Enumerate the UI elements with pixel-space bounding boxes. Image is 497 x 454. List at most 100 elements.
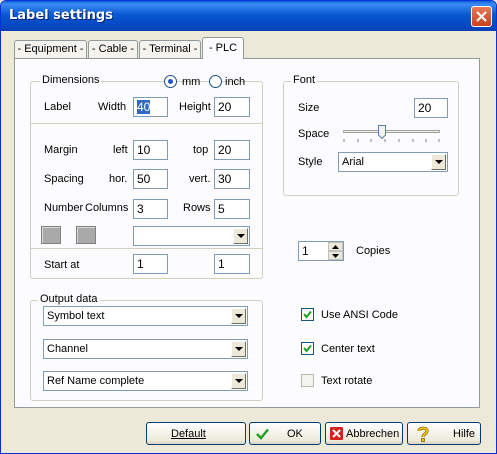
rows-value: 5 (218, 202, 225, 216)
font-size-caption: Size (298, 102, 320, 114)
output-select-1-value: Symbol text (47, 310, 105, 322)
tab-equipment[interactable]: - Equipment - (14, 40, 87, 58)
ok-button[interactable]: OK (249, 422, 321, 445)
title-bar[interactable]: Label settings (1, 1, 496, 31)
cancel-button-label: Abbrechen (346, 428, 400, 440)
unit-mm-radio[interactable] (164, 75, 177, 88)
text-rotate-label: Text rotate (321, 375, 373, 387)
width-input[interactable]: 40 (133, 97, 168, 117)
font-size-input[interactable]: 20 (414, 98, 448, 118)
height-caption: Height (179, 101, 211, 113)
output-select-3[interactable]: Ref Name complete (43, 371, 248, 391)
rows-input[interactable]: 5 (214, 199, 250, 219)
copies-up-button[interactable] (328, 242, 343, 251)
spacing-vert-input[interactable]: 30 (214, 169, 250, 189)
chevron-down-icon (332, 254, 339, 258)
columns-value: 3 (137, 202, 144, 216)
divider (31, 248, 262, 250)
height-value: 20 (218, 100, 232, 114)
output-select-3-arrow[interactable] (231, 373, 246, 389)
use-ansi-label: Use ANSI Code (321, 309, 399, 321)
width-value: 40 (137, 100, 151, 114)
chevron-down-icon (235, 347, 243, 351)
checkmark-icon (303, 344, 312, 353)
ok-button-label: OK (287, 428, 303, 440)
help-icon (417, 426, 429, 442)
cancel-button[interactable]: Abbrechen (325, 422, 403, 445)
output-group-label: Output data (38, 293, 100, 305)
tab-equipment-label: - Equipment - (17, 43, 84, 55)
divider (31, 123, 262, 125)
margin-top-value: 20 (218, 143, 232, 157)
color-swatch-1[interactable] (41, 226, 61, 244)
output-select-3-value: Ref Name complete (47, 375, 145, 387)
output-select-1[interactable]: Symbol text (43, 306, 248, 326)
window-title: Label settings (9, 8, 113, 23)
label-caption: Label (44, 101, 71, 113)
dialog-window: Label settings - Equipment - - Cable - -… (0, 0, 497, 454)
columns-caption: Columns (85, 202, 129, 214)
tab-terminal-label: - Terminal - (142, 43, 198, 55)
help-button-label: Hilfe (453, 428, 476, 440)
dimensions-combo[interactable] (133, 226, 250, 246)
tab-cable-label: - Cable - (91, 43, 135, 55)
margin-caption: Margin (44, 144, 78, 156)
tab-terminal[interactable]: - Terminal - (139, 40, 201, 58)
margin-top-input[interactable]: 20 (214, 140, 250, 160)
number-caption: Number (44, 202, 84, 214)
hor-caption: hor. (109, 173, 128, 185)
slider-ticks (343, 139, 440, 142)
dimensions-combo-arrow[interactable] (233, 228, 248, 244)
color-swatch-2[interactable] (76, 226, 96, 244)
output-select-2[interactable]: Channel (43, 339, 248, 359)
spacing-hor-value: 50 (137, 172, 151, 186)
height-input[interactable]: 20 (214, 97, 250, 117)
vert-caption: vert. (189, 173, 211, 185)
font-style-caption: Style (298, 156, 323, 168)
close-button[interactable] (471, 6, 492, 27)
spacing-vert-value: 30 (218, 172, 232, 186)
font-style-arrow[interactable] (431, 154, 446, 170)
font-space-caption: Space (298, 128, 330, 140)
center-text-checkbox[interactable] (301, 342, 314, 355)
checkmark-icon (303, 310, 312, 319)
copies-caption: Copies (356, 245, 391, 257)
columns-input[interactable]: 3 (133, 199, 168, 219)
font-style-value: Arial (342, 156, 365, 168)
default-button[interactable]: Default (146, 422, 246, 445)
tab-plc[interactable]: - PLC (202, 37, 244, 59)
slider-thumb-icon (378, 125, 386, 140)
space-slider-track[interactable] (343, 130, 440, 133)
tab-plc-label: - PLC (208, 42, 238, 54)
top-caption: top (193, 144, 209, 156)
output-select-2-value: Channel (47, 343, 88, 355)
start-row-input[interactable]: 1 (214, 254, 250, 274)
margin-left-value: 10 (137, 143, 151, 157)
chevron-down-icon (435, 160, 443, 164)
space-slider-thumb[interactable] (378, 125, 386, 140)
tab-cable[interactable]: - Cable - (88, 40, 138, 58)
left-caption: left (113, 144, 128, 156)
unit-inch-radio[interactable] (209, 75, 222, 88)
startat-caption: Start at (44, 259, 80, 271)
rows-caption: Rows (183, 202, 211, 214)
output-select-2-arrow[interactable] (231, 341, 246, 357)
start-col-value: 1 (137, 257, 144, 271)
start-row-value: 1 (218, 257, 225, 271)
use-ansi-checkbox[interactable] (301, 308, 314, 321)
help-button[interactable]: Hilfe (407, 422, 481, 445)
spacing-hor-input[interactable]: 50 (133, 169, 168, 189)
unit-mm-label: mm (182, 76, 201, 88)
chevron-down-icon (235, 314, 243, 318)
margin-left-input[interactable]: 10 (133, 140, 168, 160)
copies-value: 1 (302, 244, 309, 258)
font-style-select[interactable]: Arial (338, 152, 448, 172)
copies-down-button[interactable] (328, 251, 343, 260)
text-rotate-checkbox[interactable] (301, 374, 314, 387)
chevron-down-icon (237, 234, 245, 238)
start-col-input[interactable]: 1 (133, 254, 168, 274)
unit-inch-label: inch (225, 76, 246, 88)
font-size-value: 20 (418, 101, 432, 115)
output-select-1-arrow[interactable] (231, 308, 246, 324)
width-caption: Width (98, 101, 127, 113)
